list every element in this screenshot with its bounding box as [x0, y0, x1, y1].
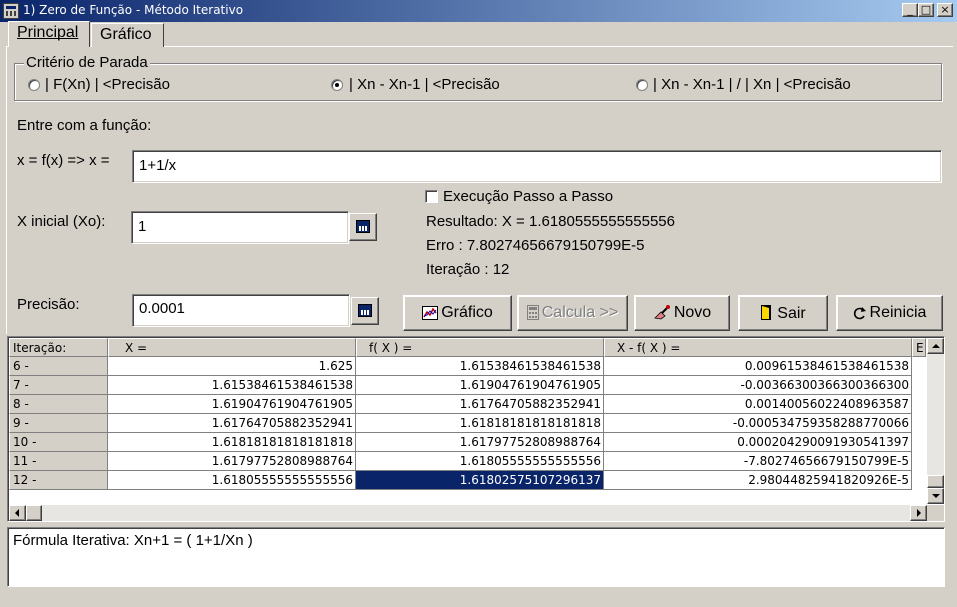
arrow-down-icon — [932, 494, 940, 498]
row-fx-cell-selected[interactable]: 1.61802575107296137 — [356, 471, 604, 490]
tab-principal-label: Principal — [17, 24, 79, 41]
tab-grafico-label: Gráfico — [100, 26, 152, 43]
tab-grafico[interactable]: Gráfico — [91, 23, 164, 47]
calculator-icon — [526, 305, 539, 320]
fx-label: x = f(x) => x = — [17, 152, 110, 169]
erro-text: Erro : 7.80274656679150799E-5 — [426, 237, 645, 254]
window-title: 1) Zero de Função - Método Iterativo — [23, 3, 244, 17]
row-iteration-cell: 8 - — [9, 395, 108, 414]
tab-principal[interactable]: Principal — [8, 21, 90, 47]
row-iteration-cell: 10 - — [9, 433, 108, 452]
row-fx-cell[interactable]: 1.61904761904761905 — [356, 376, 604, 395]
precisao-label: Precisão: — [17, 296, 80, 313]
row-x-cell[interactable]: 1.61904761904761905 — [108, 395, 356, 414]
row-diff-cell[interactable]: 2.98044825941820926E-5 — [604, 471, 912, 490]
x-inicial-calculator-button[interactable] — [349, 213, 377, 241]
radio-f-xn-label[interactable]: | F(Xn) | <Precisão — [45, 76, 170, 93]
radio-relative[interactable] — [636, 79, 648, 91]
grafico-button-label: Gráfico — [441, 304, 493, 321]
calculator-icon — [356, 220, 370, 233]
arrow-left-icon — [15, 509, 19, 517]
row-x-cell[interactable]: 1.61818181818181818 — [108, 433, 356, 452]
x-inicial-input[interactable]: 1 — [131, 211, 349, 244]
grid-header-e[interactable]: E — [912, 338, 926, 357]
radio-xn-diff[interactable] — [331, 79, 343, 91]
row-iteration-cell: 12 - — [9, 471, 108, 490]
entre-funcao-label: Entre com a função: — [17, 117, 152, 134]
row-fx-cell[interactable]: 1.61538461538461538 — [356, 357, 604, 376]
row-fx-cell[interactable]: 1.61764705882352941 — [356, 395, 604, 414]
horizontal-scroll-thumb[interactable] — [26, 505, 42, 521]
scroll-left-button[interactable] — [9, 505, 26, 521]
x-inicial-label: X inicial (Xo): — [17, 213, 106, 230]
row-diff-cell[interactable]: -7.80274656679150799E-5 — [604, 452, 912, 471]
vertical-scroll-thumb[interactable] — [927, 475, 944, 488]
passo-a-passo-checkbox[interactable] — [425, 190, 438, 203]
scroll-right-button[interactable] — [910, 505, 927, 521]
vertical-scrollbar[interactable] — [927, 338, 944, 504]
criterio-group-title: Critério de Parada — [24, 54, 150, 71]
exit-door-icon — [761, 305, 772, 320]
chart-icon — [422, 306, 439, 320]
grafico-button[interactable]: Gráfico — [403, 295, 512, 331]
calcula-button-label: Calcula >> — [541, 304, 619, 321]
title-bar[interactable]: 1) Zero de Função - Método Iterativo _ □… — [0, 0, 957, 22]
resultado-text: Resultado: X = 1.6180555555555556 — [426, 213, 675, 230]
calculator-icon — [358, 304, 372, 317]
arrow-right-icon — [917, 509, 921, 517]
calcula-button[interactable]: Calcula >> — [517, 295, 628, 331]
sair-button[interactable]: Sair — [738, 295, 828, 331]
row-diff-cell[interactable]: -0.000534759358288770066 — [604, 414, 912, 433]
row-x-cell[interactable]: 1.625 — [108, 357, 356, 376]
sair-button-label: Sair — [777, 305, 806, 322]
radio-relative-label[interactable]: | Xn - Xn-1 | / | Xn | <Precisão — [653, 76, 851, 93]
grid-header-iteracao[interactable]: Iteração: — [9, 338, 108, 357]
row-x-cell[interactable]: 1.61805555555555556 — [108, 471, 356, 490]
row-diff-cell[interactable]: 0.00961538461538461538 — [604, 357, 912, 376]
grid-header-x[interactable]: X = — [108, 338, 356, 357]
iteracao-text: Iteração : 12 — [426, 261, 510, 278]
eraser-icon — [653, 305, 670, 320]
row-iteration-cell: 6 - — [9, 357, 108, 376]
grid-header-fx[interactable]: f( X ) = — [356, 338, 604, 357]
horizontal-scrollbar[interactable] — [9, 505, 927, 521]
row-iteration-cell: 9 - — [9, 414, 108, 433]
row-fx-cell[interactable]: 1.61818181818181818 — [356, 414, 604, 433]
reinicia-button[interactable]: Reinicia — [836, 295, 943, 331]
scroll-corner — [927, 505, 944, 521]
scroll-up-button[interactable] — [927, 338, 944, 354]
novo-button[interactable]: Novo — [634, 295, 730, 331]
precisao-input[interactable]: 0.0001 — [132, 294, 350, 327]
precisao-calculator-button[interactable] — [351, 297, 379, 325]
row-diff-cell[interactable]: 0.00140056022408963587 — [604, 395, 912, 414]
row-x-cell[interactable]: 1.61764705882352941 — [108, 414, 356, 433]
minimize-button[interactable]: _ — [902, 3, 918, 17]
novo-button-label: Novo — [673, 304, 712, 321]
maximize-button[interactable]: □ — [918, 3, 934, 17]
row-iteration-cell: 11 - — [9, 452, 108, 471]
row-x-cell[interactable]: 1.61797752808988764 — [108, 452, 356, 471]
iterations-grid[interactable]: Iteração: X = f( X ) = X - f( X ) = E 6 … — [7, 336, 945, 522]
app-icon — [3, 3, 19, 19]
scroll-down-button[interactable] — [927, 488, 944, 504]
radio-f-xn[interactable] — [28, 79, 40, 91]
arrow-up-icon — [932, 344, 940, 348]
row-diff-cell[interactable]: 0.000204290091930541397 — [604, 433, 912, 452]
radio-xn-diff-label[interactable]: | Xn - Xn-1 | <Precisão — [349, 76, 500, 93]
row-iteration-cell: 7 - — [9, 376, 108, 395]
row-diff-cell[interactable]: -0.00366300366300366300 — [604, 376, 912, 395]
row-fx-cell[interactable]: 1.61797752808988764 — [356, 433, 604, 452]
grid-header-x-minus-fx[interactable]: X - f( X ) = — [604, 338, 912, 357]
row-fx-cell[interactable]: 1.61805555555555556 — [356, 452, 604, 471]
row-x-cell[interactable]: 1.61538461538461538 — [108, 376, 356, 395]
function-input[interactable]: 1+1/x — [132, 150, 942, 183]
reinicia-button-label: Reinicia — [869, 304, 927, 321]
close-button[interactable]: × — [937, 3, 953, 17]
passo-a-passo-label[interactable]: Execução Passo a Passo — [443, 188, 613, 205]
restart-arrow-icon — [853, 307, 866, 320]
formula-memo[interactable]: Fórmula Iterativa: Xn+1 = ( 1+1/Xn ) — [7, 527, 945, 587]
